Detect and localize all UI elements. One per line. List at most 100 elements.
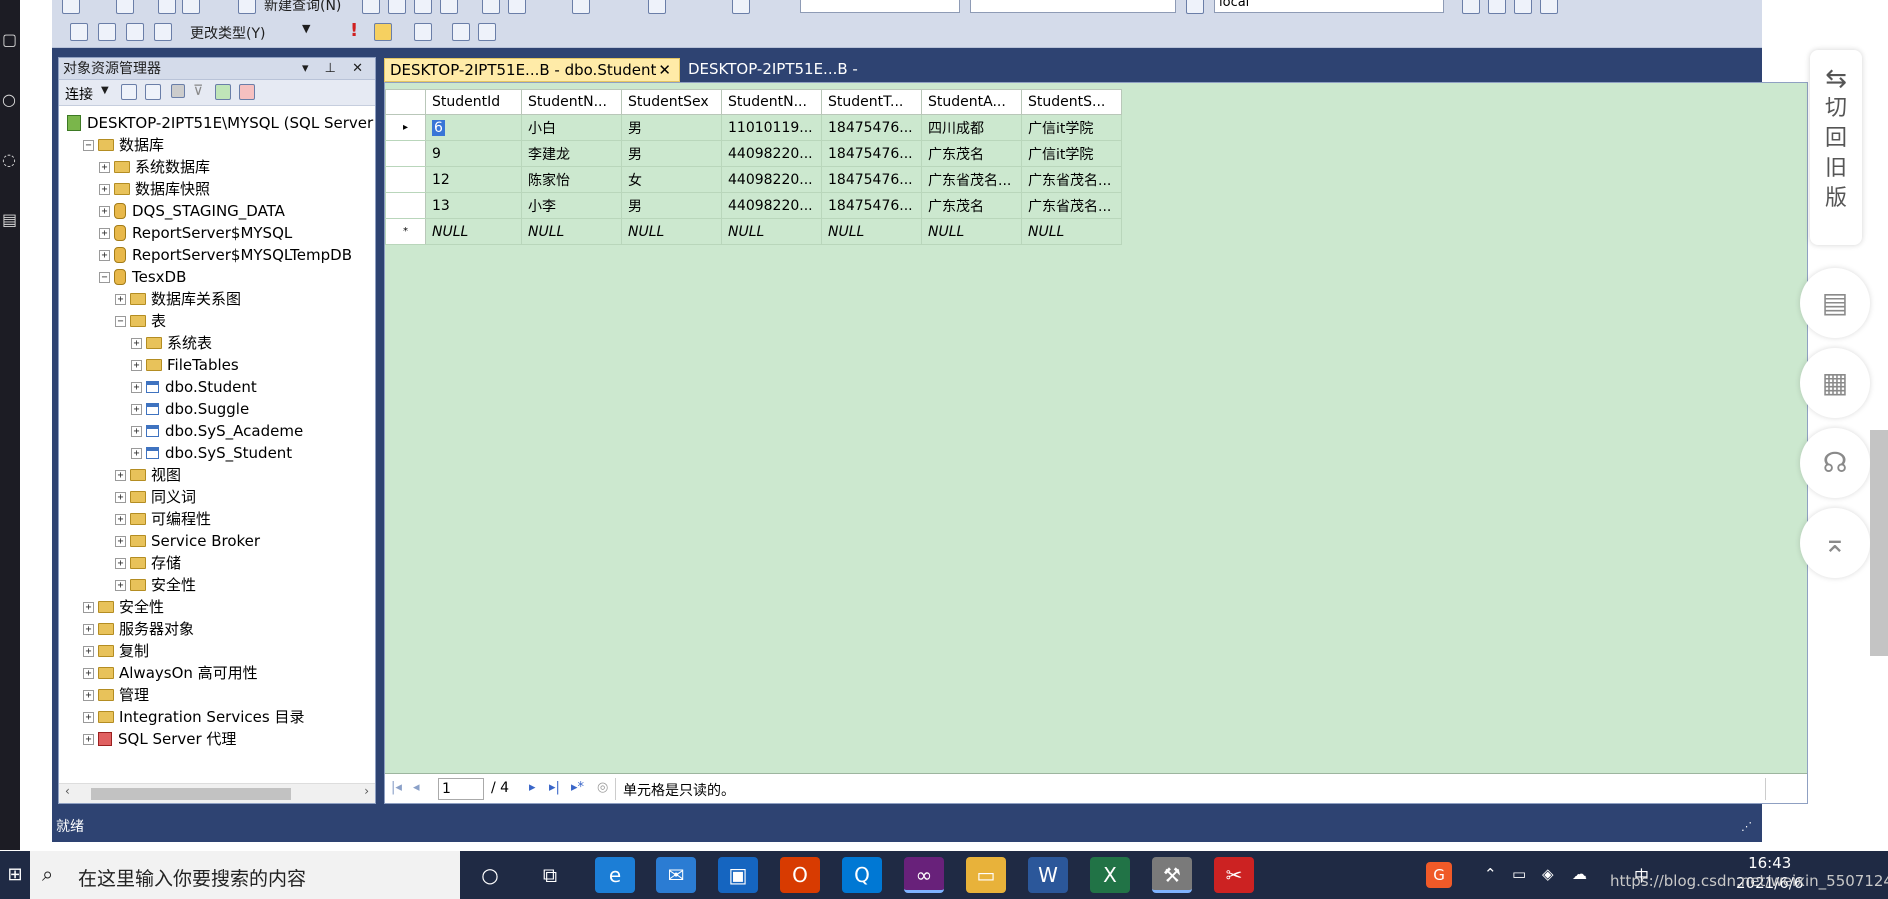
expand-icon[interactable]: + bbox=[99, 183, 110, 195]
refresh-icon[interactable] bbox=[215, 84, 231, 100]
tree-node[interactable]: + Integration Services 目录 bbox=[83, 706, 304, 728]
mail-icon[interactable]: ✉ bbox=[656, 857, 696, 893]
new-query-icon[interactable] bbox=[238, 0, 256, 14]
save-all-icon[interactable] bbox=[414, 0, 432, 14]
next-record-icon[interactable]: ▸ bbox=[529, 780, 536, 795]
visual-studio-icon[interactable]: ∞ bbox=[904, 857, 944, 893]
expand-icon[interactable]: + bbox=[131, 403, 142, 415]
query-icon[interactable] bbox=[182, 0, 200, 14]
grid-cell[interactable]: 女 bbox=[621, 166, 722, 193]
task-view-icon[interactable]: ⧉ bbox=[530, 857, 570, 893]
grid-cell[interactable]: 小白 bbox=[521, 114, 622, 141]
grid-cell[interactable]: 6 bbox=[425, 114, 522, 141]
row-selector-header[interactable] bbox=[385, 89, 426, 115]
stop-icon[interactable] bbox=[171, 84, 185, 98]
tree-node[interactable]: − TesxDB bbox=[99, 266, 186, 288]
grid-cell[interactable]: 小李 bbox=[521, 192, 622, 219]
snipaste-icon[interactable]: ✂ bbox=[1214, 857, 1254, 893]
stop-icon[interactable]: ◎ bbox=[597, 780, 608, 795]
tree-node[interactable]: + 同义词 bbox=[115, 486, 196, 508]
connect-icon[interactable] bbox=[121, 84, 137, 100]
column-header[interactable]: StudentN... bbox=[521, 89, 622, 115]
grid-cell[interactable]: 9 bbox=[425, 140, 522, 167]
exclamation-icon[interactable]: ! bbox=[350, 20, 358, 41]
grid-icon[interactable] bbox=[116, 0, 134, 14]
ssms-taskbar-icon[interactable]: ⚒ bbox=[1152, 857, 1192, 893]
grid-cell[interactable]: 四川成都 bbox=[921, 114, 1022, 141]
file-explorer-icon[interactable]: ▭ bbox=[966, 857, 1006, 893]
expand-icon[interactable]: + bbox=[83, 711, 94, 723]
grid-cell[interactable]: 18475476... bbox=[821, 140, 922, 167]
security-icon[interactable]: ◈ bbox=[1542, 865, 1554, 883]
tree-node[interactable]: + 安全性 bbox=[83, 596, 164, 618]
grid-cell[interactable]: 44098220... bbox=[721, 166, 822, 193]
table-row[interactable]: 12 陈家怡女 44098220... 18475476... 广东省茂名... 广东省茂… bbox=[385, 166, 1122, 193]
grid-cell[interactable]: NULL bbox=[821, 218, 922, 245]
expand-icon[interactable]: + bbox=[131, 447, 142, 459]
grid-cell[interactable]: NULL bbox=[921, 218, 1022, 245]
tab-list-chevron-icon[interactable]: ▼ bbox=[1786, 64, 1795, 78]
back-to-top-icon[interactable]: ⌅ bbox=[1800, 508, 1870, 578]
change-type-button[interactable]: 更改类型(Y) bbox=[190, 23, 265, 43]
tree-node[interactable]: + AlwaysOn 高可用性 bbox=[83, 662, 258, 684]
cloud-icon[interactable]: ☁ bbox=[1572, 865, 1587, 883]
tree-node[interactable]: + SQL Server 代理 bbox=[83, 728, 236, 750]
scroll-left-icon[interactable]: ‹ bbox=[65, 784, 70, 798]
close-connection-icon[interactable] bbox=[1514, 0, 1532, 14]
add-table-icon[interactable] bbox=[452, 23, 470, 41]
resize-grip-icon[interactable]: ⋰ bbox=[1741, 812, 1752, 842]
cut-icon[interactable] bbox=[440, 0, 458, 14]
expand-icon[interactable]: + bbox=[115, 491, 126, 503]
grid-cell[interactable]: NULL bbox=[721, 218, 822, 245]
new-column-icon[interactable] bbox=[478, 23, 496, 41]
column-header[interactable]: StudentId bbox=[425, 89, 522, 115]
tree-node[interactable]: + 视图 bbox=[115, 464, 181, 486]
grid-cell[interactable]: 男 bbox=[621, 114, 722, 141]
tree-node[interactable]: + dbo.Student bbox=[131, 376, 257, 398]
table-row[interactable]: 9 李建龙男 44098220... 18475476... 广东茂名 广信it学院 bbox=[385, 140, 1122, 167]
verify-sql-icon[interactable] bbox=[374, 23, 392, 41]
tree-node[interactable]: + dbo.SyS_Student bbox=[131, 442, 292, 464]
selected-cell-value[interactable]: 6 bbox=[432, 119, 445, 136]
copy-icon[interactable] bbox=[482, 0, 500, 14]
target-combo[interactable] bbox=[970, 0, 1176, 13]
excel-icon[interactable]: X bbox=[1090, 857, 1130, 893]
expand-icon[interactable]: + bbox=[131, 381, 142, 393]
execute-icon[interactable] bbox=[732, 0, 750, 14]
sql-pane-icon[interactable] bbox=[126, 23, 144, 41]
group-by-icon[interactable] bbox=[414, 23, 432, 41]
expand-icon[interactable]: + bbox=[83, 601, 94, 613]
horizontal-scrollbar[interactable]: ‹ › bbox=[59, 783, 375, 803]
grid-cell[interactable]: 李建龙 bbox=[521, 140, 622, 167]
window-icon[interactable] bbox=[1540, 0, 1558, 14]
filter-icon[interactable]: ⊽ bbox=[193, 83, 203, 99]
tree-node[interactable]: + 数据库快照 bbox=[99, 178, 210, 200]
tree-node[interactable]: − 数据库 bbox=[83, 134, 164, 156]
grid-cell[interactable]: 广信it学院 bbox=[1021, 140, 1122, 167]
expand-icon[interactable]: + bbox=[115, 535, 126, 547]
grid-cell[interactable]: 陈家怡 bbox=[521, 166, 622, 193]
tree-node[interactable]: + 服务器对象 bbox=[83, 618, 194, 640]
undo-icon[interactable] bbox=[572, 0, 590, 14]
row-selector[interactable]: * bbox=[385, 218, 426, 245]
collapse-icon[interactable]: − bbox=[115, 315, 126, 327]
grid-cell[interactable]: 广东省茂名... bbox=[1021, 166, 1122, 193]
grid-cell[interactable]: 广东省茂名... bbox=[921, 166, 1022, 193]
tree-node[interactable]: + 系统数据库 bbox=[99, 156, 210, 178]
prev-record-icon[interactable]: ◂ bbox=[413, 780, 420, 795]
battery-icon[interactable]: ▭ bbox=[1512, 865, 1526, 883]
headset-icon[interactable]: ☊ bbox=[1800, 428, 1870, 498]
expand-icon[interactable]: + bbox=[131, 337, 142, 349]
collapse-icon[interactable]: − bbox=[99, 271, 110, 283]
edge-icon[interactable]: e bbox=[595, 857, 635, 893]
activity-monitor-icon[interactable] bbox=[239, 84, 255, 100]
chevron-down-icon[interactable]: ▼ bbox=[302, 22, 310, 35]
grid-cell[interactable]: 广信it学院 bbox=[1021, 114, 1122, 141]
tray-app-icon[interactable]: G bbox=[1426, 862, 1452, 888]
qq-browser-icon[interactable]: Q bbox=[842, 857, 882, 893]
grid-cell[interactable]: 44098220... bbox=[721, 192, 822, 219]
table-row[interactable]: ▸ 6 小白男 11010119... 18475476... 四川成都 广信it学院 bbox=[385, 114, 1122, 141]
expand-icon[interactable]: + bbox=[83, 667, 94, 679]
redo-icon[interactable] bbox=[648, 0, 666, 14]
switch-old-version-button[interactable]: ⇆ 切 回 旧 版 bbox=[1810, 50, 1862, 245]
